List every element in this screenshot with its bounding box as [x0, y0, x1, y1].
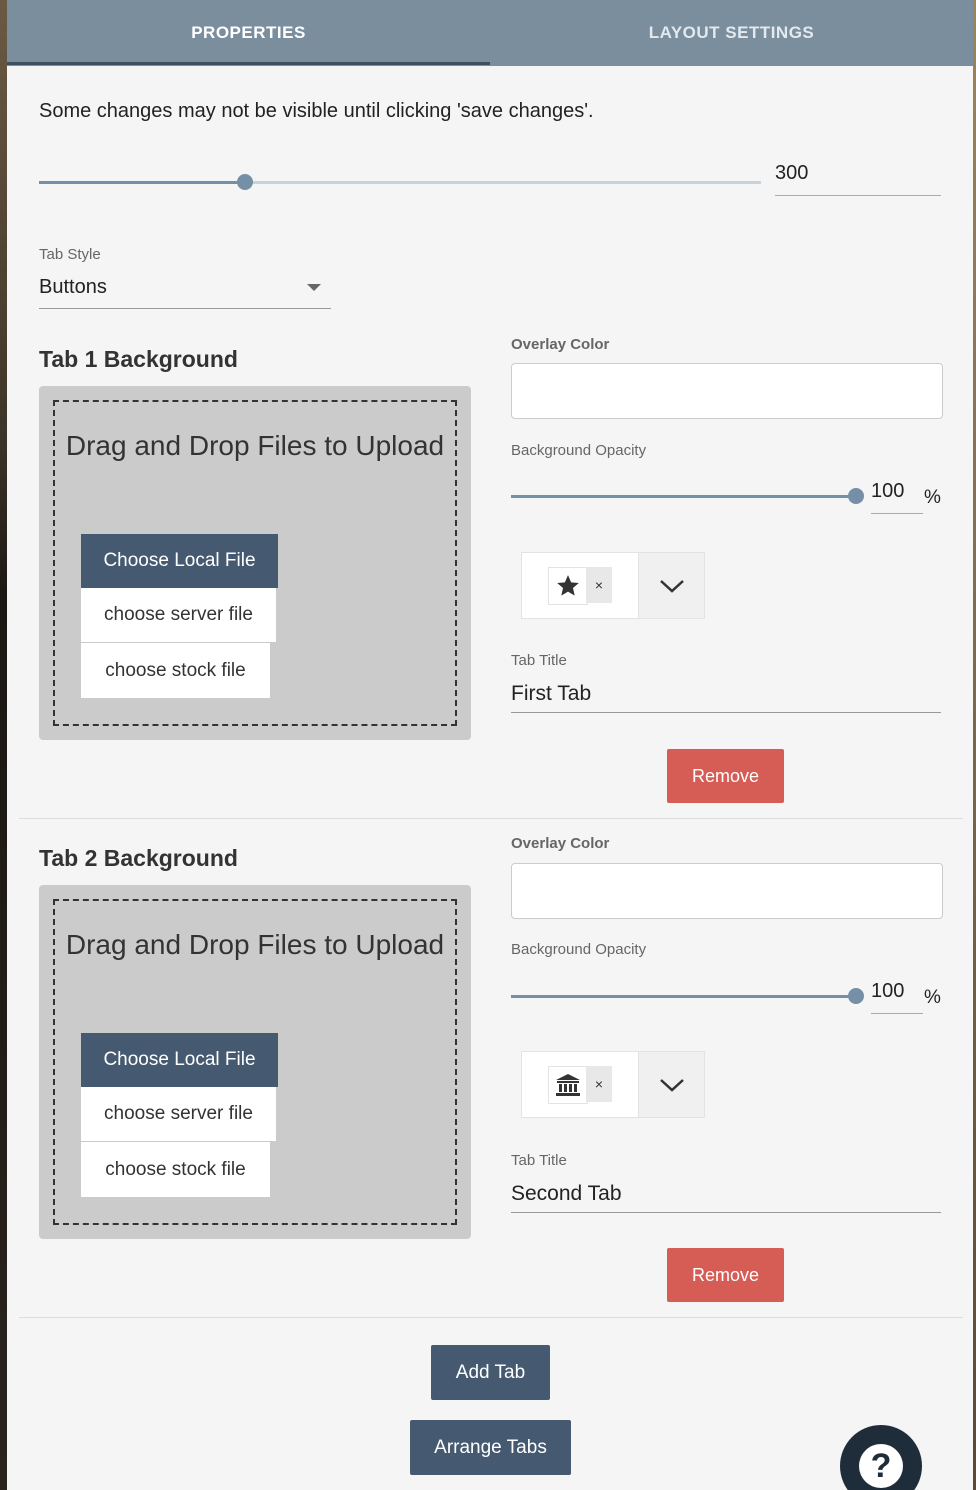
choose-stock-file-button[interactable]: choose stock file: [81, 643, 270, 698]
overlay-color-label: Overlay Color: [511, 835, 610, 852]
opacity-slider[interactable]: [511, 986, 864, 1006]
tab-properties[interactable]: PROPERTIES: [7, 0, 490, 66]
slider-fill: [511, 995, 856, 998]
slider-fill: [511, 495, 856, 498]
choose-server-file-button[interactable]: choose server file: [81, 588, 276, 642]
tab-icon-picker[interactable]: ×: [521, 552, 705, 619]
properties-panel: PROPERTIES LAYOUT SETTINGS Some changes …: [7, 0, 973, 1490]
bank-icon: [556, 1074, 580, 1096]
active-tab-indicator: [7, 62, 490, 65]
tab-title-input[interactable]: First Tab: [511, 680, 941, 713]
chevron-down-icon: [659, 1078, 684, 1092]
remove-tab-button[interactable]: Remove: [667, 749, 784, 803]
height-value-input[interactable]: 300: [775, 162, 941, 196]
help-icon: ?: [859, 1444, 903, 1488]
save-notice: Some changes may not be visible until cl…: [39, 100, 594, 122]
add-tab-button[interactable]: Add Tab: [431, 1345, 550, 1400]
tab-title-label: Tab Title: [511, 652, 567, 669]
opacity-value-input[interactable]: 100: [871, 980, 923, 1014]
opacity-value: 100: [871, 480, 905, 502]
dropzone-text: Drag and Drop Files to Upload: [65, 430, 445, 461]
section-divider: [19, 1317, 963, 1318]
height-slider[interactable]: [39, 172, 761, 192]
tab-style-label: Tab Style: [39, 246, 101, 263]
choose-local-file-button[interactable]: Choose Local File: [81, 534, 278, 588]
height-value: 300: [775, 162, 809, 184]
clear-icon-button[interactable]: ×: [586, 1066, 612, 1102]
tab2-background-heading: Tab 2 Background: [39, 845, 238, 871]
clear-icon-button[interactable]: ×: [586, 567, 612, 603]
tab-title-label: Tab Title: [511, 1152, 567, 1169]
remove-tab-button[interactable]: Remove: [667, 1248, 784, 1302]
percent-unit: %: [924, 987, 941, 1008]
tab1-dropzone[interactable]: Drag and Drop Files to Upload Choose Loc…: [39, 386, 471, 740]
star-icon: [557, 575, 579, 596]
panel-tabbar: PROPERTIES LAYOUT SETTINGS: [7, 0, 973, 66]
opacity-value: 100: [871, 980, 905, 1002]
tab-title-input[interactable]: Second Tab: [511, 1180, 941, 1213]
overlay-color-input[interactable]: [511, 863, 943, 919]
tab1-background-heading: Tab 1 Background: [39, 346, 238, 372]
tab-style-value: Buttons: [39, 276, 107, 298]
icon-dropdown-toggle[interactable]: [639, 553, 704, 618]
slider-fill: [39, 181, 245, 184]
tab-style-select[interactable]: Buttons: [39, 274, 331, 309]
arrange-tabs-button[interactable]: Arrange Tabs: [410, 1420, 571, 1475]
opacity-slider[interactable]: [511, 486, 864, 506]
help-button[interactable]: ?: [840, 1425, 922, 1490]
percent-unit: %: [924, 487, 941, 508]
background-opacity-label: Background Opacity: [511, 442, 647, 459]
slider-thumb[interactable]: [848, 988, 864, 1004]
choose-local-file-button[interactable]: Choose Local File: [81, 1033, 278, 1087]
tab-title-value: Second Tab: [511, 1182, 622, 1205]
dropzone-text: Drag and Drop Files to Upload: [65, 929, 445, 960]
slider-thumb[interactable]: [848, 488, 864, 504]
choose-server-file-button[interactable]: choose server file: [81, 1087, 276, 1141]
overlay-color-label: Overlay Color: [511, 336, 610, 353]
overlay-color-input[interactable]: [511, 363, 943, 419]
selected-icon-chip: [548, 1066, 588, 1104]
caret-down-icon: [307, 284, 321, 291]
tab2-dropzone[interactable]: Drag and Drop Files to Upload Choose Loc…: [39, 885, 471, 1239]
section-divider: [19, 818, 963, 819]
tab-layout-settings[interactable]: LAYOUT SETTINGS: [490, 0, 973, 66]
chevron-down-icon: [659, 579, 684, 593]
opacity-value-input[interactable]: 100: [871, 480, 923, 514]
choose-stock-file-button[interactable]: choose stock file: [81, 1142, 270, 1197]
icon-dropdown-toggle[interactable]: [639, 1052, 704, 1117]
background-opacity-label: Background Opacity: [511, 941, 647, 958]
tab-title-value: First Tab: [511, 682, 592, 705]
slider-thumb[interactable]: [237, 174, 253, 190]
selected-icon-chip: [548, 567, 588, 605]
tab-icon-picker[interactable]: ×: [521, 1051, 705, 1118]
